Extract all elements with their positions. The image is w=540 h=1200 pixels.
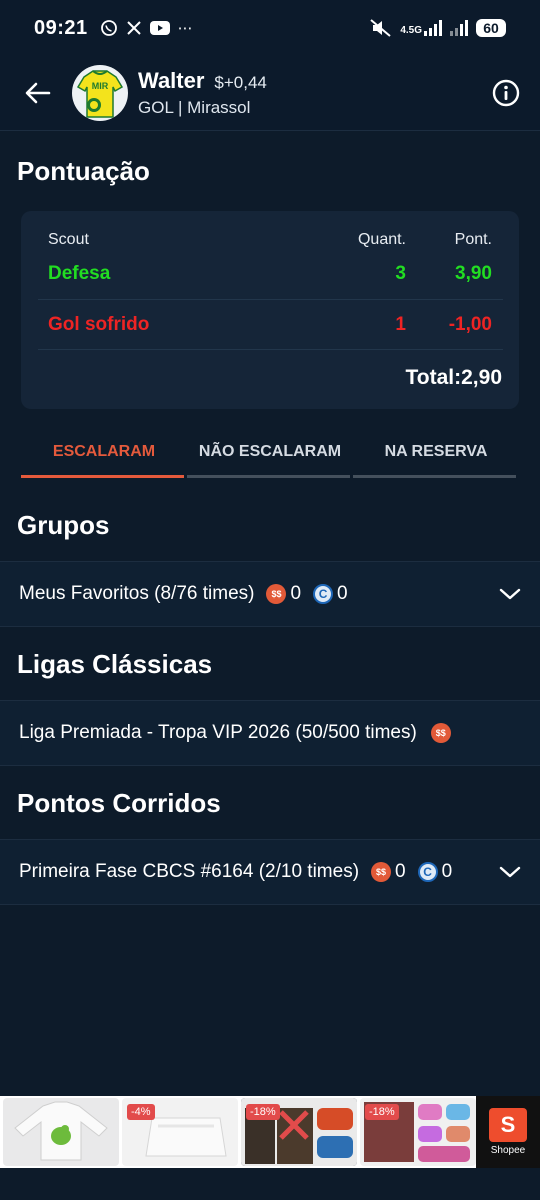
coin-red-value: 0 (290, 583, 302, 604)
ad-product-squeegee[interactable]: -4% (122, 1098, 238, 1166)
info-button[interactable] (488, 75, 524, 111)
jersey-text: MIR (92, 81, 109, 91)
scout-quant: 1 (395, 314, 406, 335)
player-header: MIR Walter $+0,44 GOL | Mirassol (0, 56, 540, 130)
tab-indicator (187, 475, 350, 478)
jersey-icon: MIR (76, 70, 124, 118)
chevron-down-icon[interactable] (498, 582, 522, 606)
header-divider (0, 130, 540, 131)
avatar: MIR (72, 65, 128, 121)
battery-icon: 60 (476, 19, 506, 37)
mute-icon (370, 19, 391, 37)
list-item-label: Liga Premiada - Tropa VIP 2026 (50/500 t… (19, 722, 417, 743)
notification-icons: ⋯ (100, 19, 193, 37)
more-icon: ⋯ (177, 20, 193, 37)
whatsapp-icon (100, 20, 117, 36)
tab-label: NA RESERVA (384, 443, 488, 460)
ad-banner[interactable]: -4% -18% -18% i ✕ S Shopee (0, 1096, 540, 1168)
scout-total: Total:2,90 (405, 366, 502, 389)
coin-red-value: 0 (395, 861, 406, 882)
ad-product-game-cover[interactable]: -18% (241, 1098, 357, 1166)
tab-nao-escalaram[interactable]: NÃO ESCALARAM (187, 430, 353, 478)
list-item-meus-favoritos[interactable]: Meus Favoritos (8/76 times) $$ 0 C 0 (0, 561, 540, 627)
tab-bar: ESCALARAM NÃO ESCALARAM NA RESERVA (21, 430, 519, 478)
list-item-liga-premiada[interactable]: Liga Premiada - Tropa VIP 2026 (50/500 t… (0, 700, 540, 766)
discount-badge: -18% (365, 1104, 399, 1120)
scout-col-header: Scout (48, 231, 89, 248)
player-name: Walter (138, 68, 205, 93)
bodysuit-image (14, 1101, 108, 1161)
shopee-bag-icon: S (489, 1108, 527, 1142)
tab-label: NÃO ESCALARAM (198, 443, 342, 460)
player-info: Walter $+0,44 GOL | Mirassol (138, 68, 267, 118)
tab-indicator (21, 475, 184, 478)
ad-product-controller-skins[interactable]: -18% (360, 1098, 476, 1166)
grupos-title: Grupos (17, 510, 110, 540)
cartoleta-coin-icon: $$ (430, 723, 451, 743)
c-coin-icon: C (313, 584, 334, 604)
price-change: $+0,44 (214, 73, 267, 92)
quant-col-header: Quant. (357, 231, 406, 248)
c-coin-icon: C (417, 862, 438, 882)
scout-divider (38, 299, 503, 300)
scout-pont: 3,90 (455, 263, 492, 284)
signal-icon-2 (450, 20, 468, 36)
scout-name: Defesa (48, 263, 111, 284)
cartoleta-coin-icon: $$ (266, 584, 287, 604)
ligas-classicas-title: Ligas Clássicas (17, 649, 213, 679)
pontos-corridos-title: Pontos Corridos (17, 788, 221, 818)
shopee-logo[interactable]: S Shopee (476, 1096, 540, 1168)
tab-na-reserva[interactable]: NA RESERVA (353, 430, 519, 478)
discount-badge: -4% (127, 1104, 155, 1120)
bottom-edge (0, 1168, 540, 1200)
youtube-icon (149, 21, 170, 35)
scout-divider (38, 349, 503, 350)
coin-blue-value: 0 (337, 583, 348, 604)
tab-indicator (353, 475, 516, 478)
coin-blue-value: 0 (441, 861, 453, 882)
player-position-team: GOL | Mirassol (138, 98, 251, 117)
tab-escalaram[interactable]: ESCALARAM (21, 430, 187, 478)
ad-product-baby-bodysuit[interactable] (3, 1098, 119, 1166)
discount-badge: -18% (246, 1104, 280, 1120)
cartoleta-coin-icon: $$ (371, 862, 392, 882)
list-item-primeira-fase[interactable]: Primeira Fase CBCS #6164 (2/10 times) $$… (0, 839, 540, 905)
status-right: 4.5G 60 (370, 19, 506, 37)
list-item-label: Meus Favoritos (8/76 times) (19, 583, 255, 604)
scout-card: Scout Quant. Pont. Defesa 3 3,90 Gol sof… (21, 211, 519, 409)
chevron-down-icon[interactable] (498, 860, 522, 884)
pont-col-header: Pont. (454, 231, 492, 248)
tab-label: ESCALARAM (52, 443, 156, 460)
x-icon (126, 21, 141, 35)
arrow-left-icon (25, 82, 51, 104)
scout-pont: -1,00 (448, 314, 492, 335)
network-type: 4.5G (400, 25, 422, 36)
scout-name: Gol sofrido (48, 314, 150, 335)
list-item-label: Primeira Fase CBCS #6164 (2/10 times) (19, 861, 360, 882)
info-icon (492, 79, 520, 107)
signal-icon (424, 20, 442, 36)
status-time: 09:21 (34, 16, 88, 39)
scout-quant: 3 (395, 263, 406, 284)
shopee-label: Shopee (490, 1145, 526, 1156)
back-button[interactable] (18, 73, 58, 113)
status-bar: 09:21 ⋯ 4.5G 60 (0, 0, 540, 56)
pontuacao-title: Pontuação (17, 156, 150, 186)
